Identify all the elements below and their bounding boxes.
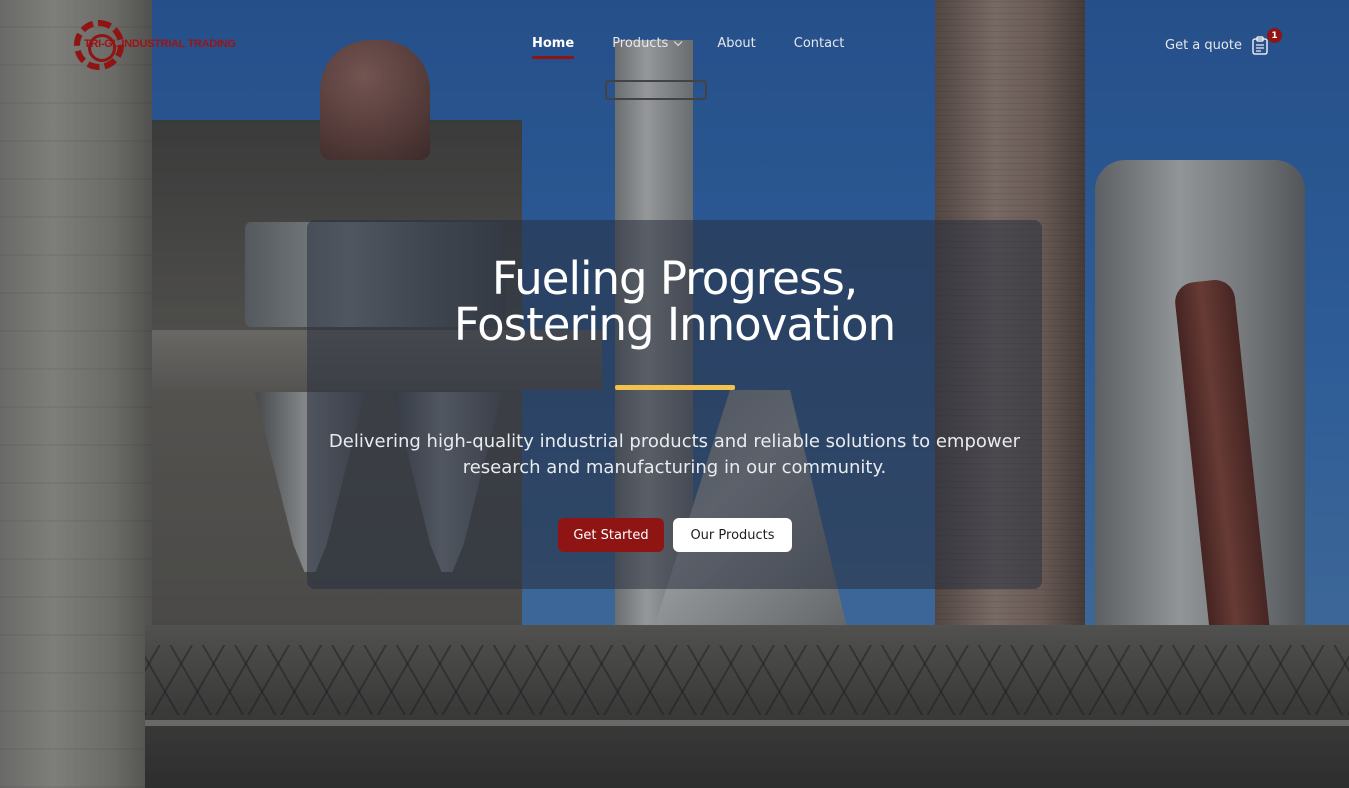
quote-count-badge: 1: [1267, 28, 1282, 43]
page: TRI-GL INDUSTRIAL TRADING Home Products …: [0, 0, 1349, 788]
quote-label: Get a quote: [1165, 38, 1242, 53]
nav-item-label: Home: [532, 36, 575, 51]
nav-item-label: Products: [612, 36, 669, 51]
hero-subtitle: Delivering high-quality industrial produ…: [328, 431, 1021, 478]
nav-item-products[interactable]: Products: [612, 36, 683, 51]
hero-actions: Get Started Our Products: [558, 518, 792, 552]
site-header: TRI-GL INDUSTRIAL TRADING Home Products …: [0, 0, 1349, 90]
nav-item-about[interactable]: About: [717, 36, 755, 51]
brand-name: TRI-GL INDUSTRIAL TRADING: [84, 38, 236, 50]
hero-title-line: Fueling Progress,: [491, 252, 858, 305]
chevron-down-icon: [674, 37, 683, 47]
nav-item-label: About: [717, 36, 756, 51]
nav-item-label: Contact: [793, 36, 845, 51]
hero-title-line: Fostering Innovation: [453, 298, 896, 351]
hero-divider: [615, 385, 735, 390]
nav-item-contact[interactable]: Contact: [794, 36, 845, 51]
brand-logo[interactable]: TRI-GL INDUSTRIAL TRADING: [74, 19, 236, 71]
our-products-button[interactable]: Our Products: [673, 518, 792, 552]
nav-item-home[interactable]: Home: [532, 36, 575, 59]
hero-title: Fueling Progress, Fostering Innovation: [0, 256, 1349, 348]
quote-link[interactable]: Get a quote: [1165, 36, 1268, 55]
get-started-button[interactable]: Get Started: [558, 518, 664, 552]
clipboard-icon[interactable]: [1252, 36, 1268, 55]
main-nav: Home Products About Contact: [532, 36, 882, 59]
